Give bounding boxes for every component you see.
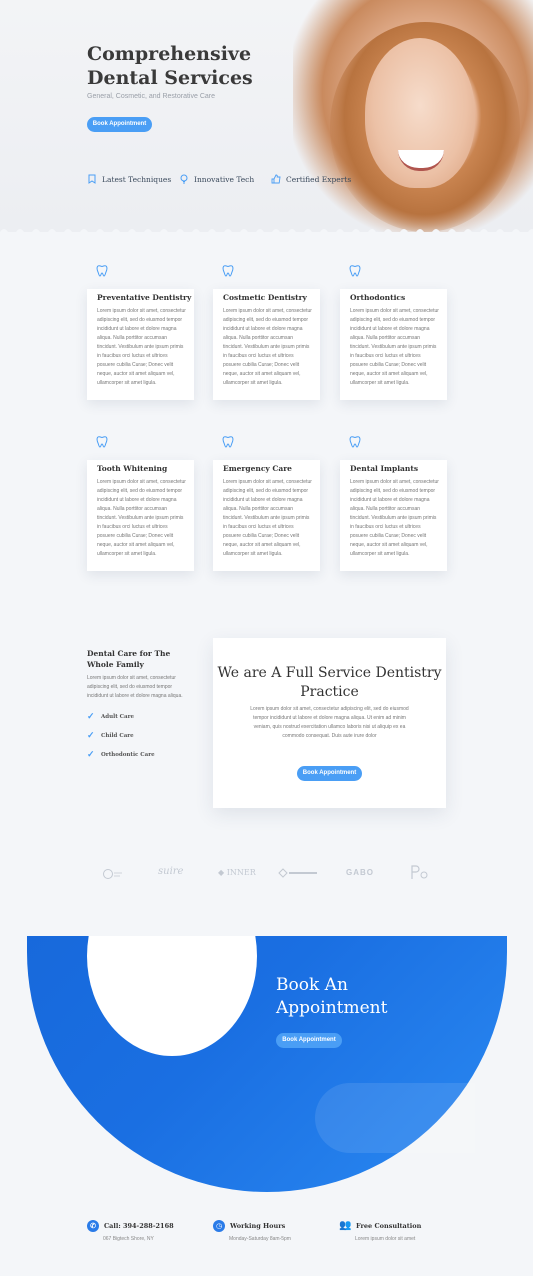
partner-logo-6: [408, 864, 432, 882]
feature-label: Latest Techniques: [102, 174, 172, 184]
service-body: Lorem ipsum dolor sit amet, consectetur …: [97, 479, 186, 557]
service-card[interactable]: Costmetic Dentistry Lorem ipsum dolor sit…: [213, 289, 320, 400]
check-label: Orthodontic Care: [101, 751, 155, 758]
feature-latest-techniques: Latest Techniques: [87, 174, 171, 184]
feature-label: Certified Experts: [286, 174, 352, 184]
implant-icon: [348, 435, 364, 451]
check-item-adult: ✓ Adult Care: [87, 711, 134, 722]
footer-sub: Monday-Saturday 8am-5pm: [229, 1236, 291, 1242]
service-body: Lorem ipsum dolor sit amet, consectetur …: [350, 308, 439, 386]
footer-title: Working Hours: [230, 1222, 286, 1230]
partner-logo-suire: suire: [158, 866, 184, 877]
hero-subtitle: General, Cosmetic, and Restorative Care: [87, 93, 215, 100]
partner-logo-4: [278, 868, 318, 880]
checkmark-icon: ✓: [87, 711, 95, 721]
service-title: Orthodontics: [350, 293, 406, 302]
tooth-icon: [95, 264, 111, 280]
footer-call: ✆ Call: 394-288-2168 067 Bigtech Shore, N…: [87, 1220, 174, 1242]
thumbs-up-icon: [271, 174, 281, 184]
partner-logo-gabo: GABO: [346, 868, 374, 877]
hero-book-button[interactable]: Book Appointment: [87, 117, 152, 132]
phone-icon: ✆: [87, 1220, 99, 1232]
book-appointment-section: Book An Appointment Book Appointment: [27, 936, 507, 1192]
diamond-icon: ◆: [218, 868, 227, 877]
broken-tooth-icon: [221, 435, 237, 451]
book-appointment-button[interactable]: Book Appointment: [276, 1033, 342, 1048]
service-title: Costmetic Dentistry: [223, 293, 307, 302]
logo-text: INNER: [226, 868, 256, 877]
service-title: Tooth Whitening: [97, 464, 168, 473]
partner-logo-1: [102, 868, 124, 882]
feature-certified-experts: Certified Experts: [271, 174, 351, 184]
full-service-book-button[interactable]: Book Appointment: [297, 766, 362, 781]
full-service-title: We are A Full Service Dentistry Practice: [217, 665, 442, 700]
footer-consultation: 👥 Free Consultation Lorem ipsum dolor sit…: [339, 1220, 421, 1242]
feature-label: Innovative Tech: [194, 174, 255, 184]
clock-icon: ◷: [213, 1220, 225, 1232]
people-icon: 👥: [339, 1220, 352, 1231]
family-body: Lorem ipsum dolor sit amet, consectetur …: [87, 675, 183, 699]
checkmark-icon: ✓: [87, 730, 95, 740]
service-title: Emergency Care: [223, 464, 292, 473]
check-item-child: ✓ Child Care: [87, 730, 134, 741]
footer-title: Free Consultation: [356, 1222, 422, 1230]
book-title: Book An Appointment: [276, 975, 388, 1018]
partner-logo-inner: ◆ INNER: [218, 868, 256, 877]
check-item-orthodontic: ✓ Orthodontic Care: [87, 749, 155, 760]
hero-section: Comprehensive Dental Services General, C…: [0, 0, 533, 232]
service-body: Lorem ipsum dolor sit amet, consectetur …: [223, 308, 312, 386]
service-card[interactable]: Preventative Dentistry Lorem ipsum dolor …: [87, 289, 194, 400]
service-card[interactable]: Dental Implants Lorem ipsum dolor sit ame…: [340, 460, 447, 571]
wave-divider: [0, 229, 533, 238]
book-decor-shape: [315, 1083, 475, 1153]
hero-title: Comprehensive Dental Services: [87, 43, 253, 89]
bookmark-icon: [87, 174, 97, 184]
service-title: Preventative Dentistry: [97, 293, 192, 302]
service-body: Lorem ipsum dolor sit amet, consectetur …: [223, 479, 312, 557]
service-card[interactable]: Tooth Whitening Lorem ipsum dolor sit ame…: [87, 460, 194, 571]
check-label: Child Care: [101, 732, 134, 739]
footer-title[interactable]: Call: 394-288-2168: [104, 1222, 174, 1230]
lightbulb-icon: [179, 174, 189, 184]
full-service-card: We are A Full Service Dentistry Practice…: [213, 638, 446, 808]
whitening-icon: [95, 435, 111, 451]
service-body: Lorem ipsum dolor sit amet, consectetur …: [97, 308, 186, 386]
service-title: Dental Implants: [350, 464, 419, 473]
checkmark-icon: ✓: [87, 749, 95, 759]
family-title: Dental Care for The Whole Family: [87, 649, 171, 669]
service-card[interactable]: Orthodontics Lorem ipsum dolor sit amet, …: [340, 289, 447, 400]
feature-innovative-tech: Innovative Tech: [179, 174, 254, 184]
service-card[interactable]: Emergency Care Lorem ipsum dolor sit amet…: [213, 460, 320, 571]
full-service-body: Lorem ipsum dolor sit amet, consectetur …: [250, 706, 409, 739]
check-label: Adult Care: [101, 713, 134, 720]
service-body: Lorem ipsum dolor sit amet, consectetur …: [350, 479, 439, 557]
footer-hours: ◷ Working Hours Monday-Saturday 8am-5pm: [213, 1220, 291, 1242]
footer-sub: 067 Bigtech Shore, NY: [103, 1236, 154, 1242]
sparkle-tooth-icon: [221, 264, 237, 280]
braces-icon: [348, 264, 364, 280]
footer-sub: Lorem ipsum dolor sit amet: [355, 1236, 416, 1242]
